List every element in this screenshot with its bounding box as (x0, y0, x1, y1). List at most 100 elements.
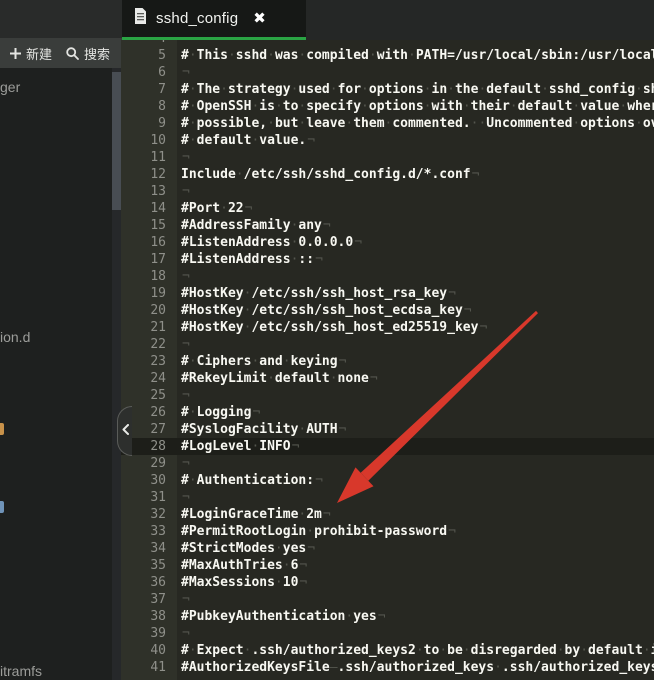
code-line-33[interactable]: 33#PermitRootLogin·prohibit-password¬ (121, 523, 654, 540)
line-number[interactable]: 4 (121, 40, 177, 47)
line-number[interactable]: 24 (121, 370, 177, 387)
line-number[interactable]: 29 (121, 455, 177, 472)
space-marker: · (361, 82, 369, 97)
code-line-4[interactable]: 4¬ (121, 40, 654, 47)
line-number[interactable]: 14 (121, 200, 177, 217)
code-line-36[interactable]: 36#MaxSessions·10¬ (121, 574, 654, 591)
line-number[interactable]: 38 (121, 608, 177, 625)
line-number[interactable]: 31 (121, 489, 177, 506)
line-number[interactable]: 25 (121, 387, 177, 404)
tree-item-partial[interactable]: ger (0, 79, 20, 95)
line-number[interactable]: 13 (121, 183, 177, 200)
code-line-37[interactable]: 37¬ (121, 591, 654, 608)
space-marker: · (478, 116, 486, 131)
code-line-7[interactable]: 7#·The·strategy·used·for·options·in·the·… (121, 81, 654, 98)
line-number[interactable]: 39 (121, 625, 177, 642)
tab-close-icon[interactable]: ✖ (253, 11, 266, 26)
line-number[interactable]: 32 (121, 506, 177, 523)
new-file-button[interactable]: 新建 (10, 44, 52, 63)
line-number[interactable]: 21 (121, 319, 177, 336)
line-number[interactable]: 18 (121, 268, 177, 285)
code-line-24[interactable]: 24#RekeyLimit·default·none¬ (121, 370, 654, 387)
code-line-11[interactable]: 11¬ (121, 149, 654, 166)
code-line-39[interactable]: 39¬ (121, 625, 654, 642)
code-line-34[interactable]: 34#StrictModes·yes¬ (121, 540, 654, 557)
code-editor[interactable]: 4¬5#·This·sshd·was·compiled·with·PATH=/u… (121, 40, 654, 680)
eol-marker: ¬ (299, 558, 307, 573)
line-number[interactable]: 37 (121, 591, 177, 608)
line-number[interactable]: 19 (121, 285, 177, 302)
code-line-17[interactable]: 17#ListenAddress·::¬ (121, 251, 654, 268)
code-line-21[interactable]: 21#HostKey·/etc/ssh/ssh_host_ed25519_key… (121, 319, 654, 336)
code-line-25[interactable]: 25¬ (121, 387, 654, 404)
line-number[interactable]: 6 (121, 64, 177, 81)
line-number[interactable]: 35 (121, 557, 177, 574)
code-line-12[interactable]: 12Include·/etc/ssh/sshd_config.d/*.conf¬ (121, 166, 654, 183)
line-number[interactable]: 11 (121, 149, 177, 166)
line-number[interactable]: 15 (121, 217, 177, 234)
code-line-18[interactable]: 18¬ (121, 268, 654, 285)
sidebar-header-block (0, 0, 122, 38)
line-number[interactable]: 16 (121, 234, 177, 251)
line-number[interactable]: 30 (121, 472, 177, 489)
code-line-38[interactable]: 38#PubkeyAuthentication·yes¬ (121, 608, 654, 625)
line-number[interactable]: 5 (121, 47, 177, 64)
eol-marker: ¬ (182, 337, 190, 352)
line-number[interactable]: 22 (121, 336, 177, 353)
line-number[interactable]: 41 (121, 659, 177, 676)
eol-marker: ¬ (323, 507, 331, 522)
space-marker: · (298, 422, 306, 437)
code-line-15[interactable]: 15#AddressFamily·any¬ (121, 217, 654, 234)
line-number[interactable]: 40 (121, 642, 177, 659)
space-marker: · (494, 660, 502, 675)
code-line-19[interactable]: 19#HostKey·/etc/ssh/ssh_host_rsa_key¬ (121, 285, 654, 302)
sidebar-collapse-handle[interactable] (117, 406, 132, 456)
code-line-29[interactable]: 29¬ (121, 455, 654, 472)
code-line-27[interactable]: 27#SyslogFacility·AUTH¬ (121, 421, 654, 438)
tree-item-partial[interactable]: ion.d (0, 329, 30, 345)
tab-sshd-config[interactable]: sshd_config ✖ (122, 0, 306, 40)
code-line-16[interactable]: 16#ListenAddress·0.0.0.0¬ (121, 234, 654, 251)
line-content: #MaxSessions·10¬ (177, 574, 654, 591)
eol-marker: ¬ (323, 218, 331, 233)
line-number[interactable]: 20 (121, 302, 177, 319)
line-number[interactable]: 17 (121, 251, 177, 268)
code-line-22[interactable]: 22 ¬ (121, 336, 654, 353)
code-line-9[interactable]: 9#·possible,·but·leave·them·commented.··… (121, 115, 654, 132)
code-line-14[interactable]: 14#Port·22¬ (121, 200, 654, 217)
code-line-13[interactable]: 13¬ (121, 183, 654, 200)
line-number[interactable]: 23 (121, 353, 177, 370)
line-number[interactable]: 12 (121, 166, 177, 183)
space-marker: · (369, 48, 377, 63)
code-line-20[interactable]: 20#HostKey·/etc/ssh/ssh_host_ecdsa_key¬ (121, 302, 654, 319)
tree-item-partial[interactable] (0, 423, 4, 435)
sidebar-scrollbar-track[interactable] (112, 68, 121, 680)
line-number[interactable]: 8 (121, 98, 177, 115)
space-marker: · (244, 320, 252, 335)
tree-item-partial[interactable]: itramfs (0, 663, 42, 679)
line-number[interactable]: 33 (121, 523, 177, 540)
search-button[interactable]: 搜索 (66, 44, 110, 63)
code-line-8[interactable]: 8#·OpenSSH·is·to·specify·options·with·th… (121, 98, 654, 115)
space-marker: · (619, 99, 627, 114)
code-line-6[interactable]: 6¬ (121, 64, 654, 81)
code-line-41[interactable]: 41#AuthorizedKeysFile—.ssh/authorized_ke… (121, 659, 654, 676)
code-line-35[interactable]: 35#MaxAuthTries·6¬ (121, 557, 654, 574)
code-line-30[interactable]: 30#·Authentication:¬ (121, 472, 654, 489)
code-line-5[interactable]: 5#·This·sshd·was·compiled·with·PATH=/usr… (121, 47, 654, 64)
code-line-31[interactable]: 31¬ (121, 489, 654, 506)
code-line-26[interactable]: 26#·Logging¬ (121, 404, 654, 421)
code-line-10[interactable]: 10#·default·value.¬ (121, 132, 654, 149)
line-number[interactable]: 9 (121, 115, 177, 132)
sidebar-scrollbar-thumb[interactable] (112, 72, 121, 210)
code-line-32[interactable]: 32#LoginGraceTime·2m¬ (121, 506, 654, 523)
line-number[interactable]: 10 (121, 132, 177, 149)
code-line-23[interactable]: 23#·Ciphers·and·keying¬ (121, 353, 654, 370)
space-marker: · (635, 116, 643, 131)
line-number[interactable]: 36 (121, 574, 177, 591)
code-line-40[interactable]: 40#·Expect·.ssh/authorized_keys2·to·be·d… (121, 642, 654, 659)
line-number[interactable]: 7 (121, 81, 177, 98)
code-line-28[interactable]: 28#LogLevel·INFO¬ (121, 438, 654, 455)
line-number[interactable]: 34 (121, 540, 177, 557)
tree-item-partial[interactable] (0, 501, 4, 513)
